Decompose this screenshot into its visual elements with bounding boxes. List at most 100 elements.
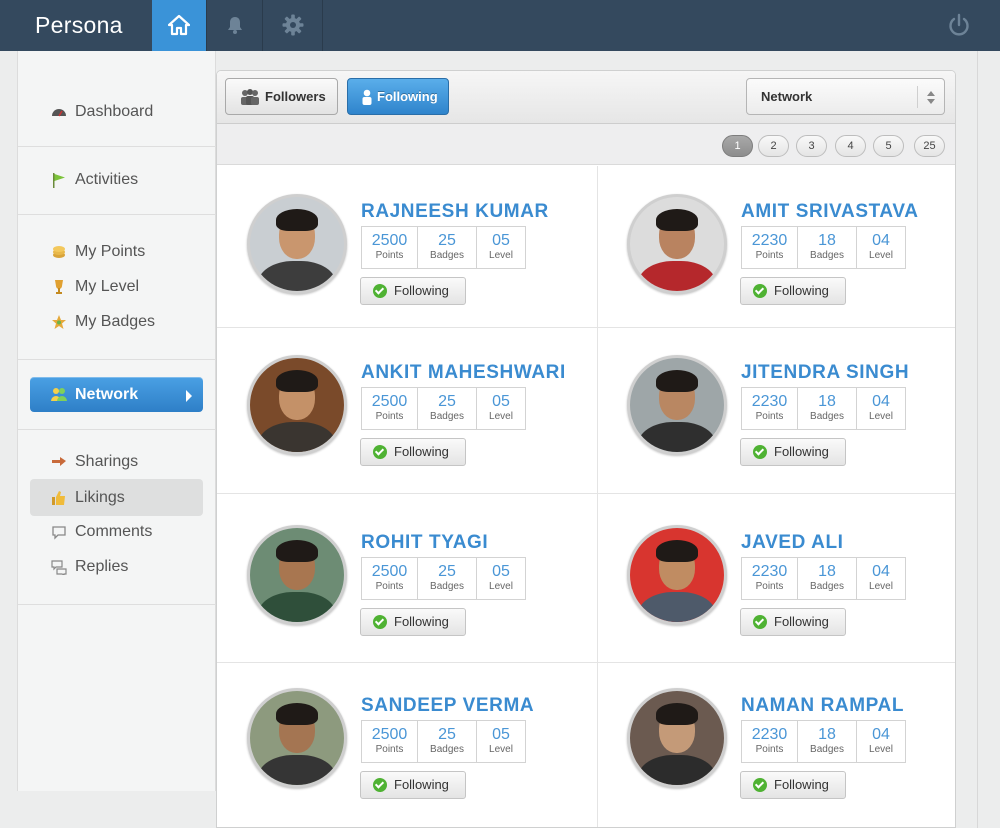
following-button-label: Following [394, 283, 449, 298]
badges-value: 25 [438, 563, 456, 580]
person-name[interactable]: JAVED ALI [741, 532, 844, 554]
nav-home-button[interactable] [152, 0, 206, 59]
stat-badges: 25 Badges [418, 227, 477, 268]
points-value: 2500 [371, 726, 408, 743]
sidebar-item-activities[interactable]: Activities [30, 161, 203, 198]
person-name[interactable]: JITENDRA SINGH [741, 362, 909, 384]
following-button[interactable]: Following [360, 438, 466, 466]
avatar[interactable] [247, 525, 347, 625]
power-button[interactable] [946, 12, 972, 38]
person-stats: 2230 Points 18 Badges 04 Level [741, 720, 906, 763]
sidebar-divider [18, 604, 216, 605]
level-value: 04 [872, 726, 890, 743]
sidebar-divider [18, 429, 216, 430]
points-label: Points [755, 250, 784, 261]
stat-level: 04 Level [857, 227, 905, 268]
badges-label: Badges [430, 250, 464, 261]
page-button[interactable]: 2 [758, 135, 789, 157]
avatar[interactable] [627, 194, 727, 294]
avatar[interactable] [627, 688, 727, 788]
sidebar-item-label: Dashboard [75, 103, 154, 120]
filter-select[interactable]: Network [746, 78, 945, 115]
following-button[interactable]: Following [740, 771, 846, 799]
person-card: ROHIT TYAGI 2500 Points 25 Badges 05 Lev… [217, 525, 577, 645]
following-button[interactable]: Following [740, 608, 846, 636]
following-button[interactable]: Following [740, 277, 846, 305]
stat-points: 2500 Points [362, 558, 418, 599]
avatar[interactable] [627, 525, 727, 625]
sidebar-item-comments[interactable]: Comments [30, 513, 203, 550]
points-value: 2230 [751, 393, 788, 410]
select-divider [917, 86, 918, 108]
avatar-figure [258, 592, 336, 622]
sidebar-divider [18, 359, 216, 360]
filter-select-value: Network [761, 89, 813, 104]
points-label: Points [375, 581, 404, 592]
page-button[interactable]: 1 [722, 135, 753, 157]
avatar-hair [656, 370, 698, 392]
sidebar-item-network[interactable]: Network [30, 377, 203, 412]
avatar-hair [276, 209, 318, 231]
sidebar-divider [18, 214, 216, 215]
avatar[interactable] [247, 688, 347, 788]
points-label: Points [755, 744, 784, 755]
following-tab-button[interactable]: Following [347, 78, 449, 115]
page-button[interactable]: 5 [873, 135, 904, 157]
comment-icon [52, 526, 66, 540]
points-label: Points [755, 581, 784, 592]
person-name[interactable]: SANDEEP VERMA [361, 695, 534, 717]
check-circle-icon [753, 778, 767, 792]
sidebar-item-my-badges[interactable]: My Badges [30, 303, 203, 340]
avatar-hair [276, 540, 318, 562]
avatar-hair [656, 540, 698, 562]
stat-badges: 18 Badges [798, 721, 857, 762]
level-value: 05 [492, 726, 510, 743]
avatar[interactable] [627, 355, 727, 455]
badges-label: Badges [810, 411, 844, 422]
following-button[interactable]: Following [740, 438, 846, 466]
level-value: 05 [492, 563, 510, 580]
coins-icon [53, 246, 65, 258]
following-button[interactable]: Following [360, 771, 466, 799]
page-button[interactable]: 3 [796, 135, 827, 157]
sidebar-item-dashboard[interactable]: Dashboard [30, 93, 203, 130]
person-name[interactable]: AMIT SRIVASTAVA [741, 201, 919, 223]
caret-up-icon [927, 91, 935, 96]
sidebar-item-my-level[interactable]: My Level [30, 268, 203, 305]
avatar[interactable] [247, 194, 347, 294]
home-icon [168, 14, 190, 36]
person-name[interactable]: NAMAN RAMPAL [741, 695, 904, 717]
person-name[interactable]: RAJNEESH KUMAR [361, 201, 549, 223]
page-button[interactable]: 25 [914, 135, 945, 157]
points-label: Points [375, 250, 404, 261]
check-circle-icon [753, 445, 767, 459]
sidebar-item-replies[interactable]: Replies [30, 548, 203, 585]
level-value: 05 [492, 393, 510, 410]
sidebar-item-sharings[interactable]: Sharings [30, 443, 203, 480]
nav-settings-button[interactable] [263, 0, 322, 51]
stat-points: 2500 Points [362, 388, 418, 429]
person-name[interactable]: ROHIT TYAGI [361, 532, 488, 554]
person-stats: 2500 Points 25 Badges 05 Level [361, 387, 526, 430]
followers-label: Followers [265, 89, 326, 104]
following-button-label: Following [394, 614, 449, 629]
sidebar-item-my-points[interactable]: My Points [30, 233, 203, 270]
nav-notifications-button[interactable] [207, 0, 262, 51]
person-name[interactable]: ANKIT MAHESHWARI [361, 362, 566, 384]
points-value: 2230 [751, 232, 788, 249]
level-label: Level [489, 744, 513, 755]
level-label: Level [869, 250, 893, 261]
sidebar-item-label: Comments [75, 523, 153, 540]
followers-tab-button[interactable]: Followers [225, 78, 338, 115]
stat-badges: 18 Badges [798, 558, 857, 599]
user-icon [362, 89, 372, 105]
following-button[interactable]: Following [360, 608, 466, 636]
page-button[interactable]: 4 [835, 135, 866, 157]
sidebar-item-likings[interactable]: Likings [30, 479, 203, 516]
badges-value: 25 [438, 232, 456, 249]
person-stats: 2500 Points 25 Badges 05 Level [361, 557, 526, 600]
following-button[interactable]: Following [360, 277, 466, 305]
avatar[interactable] [247, 355, 347, 455]
grid-divider [217, 662, 955, 663]
points-value: 2230 [751, 563, 788, 580]
